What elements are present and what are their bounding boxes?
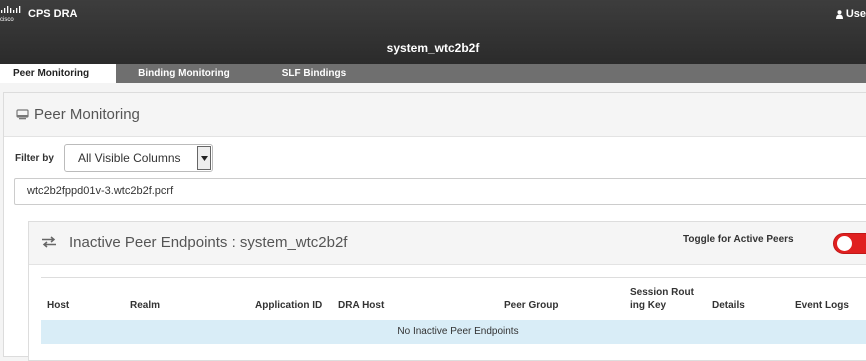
col-realm[interactable]: Realm (130, 299, 160, 312)
toggle-label: Toggle for Active Peers (683, 234, 794, 245)
peer-monitoring-panel: Peer Monitoring Filter by All Visible Co… (3, 92, 866, 361)
tab-slf-bindings[interactable]: SLF Bindings (230, 64, 346, 83)
svg-text:cisco: cisco (0, 17, 14, 22)
inactive-peers-panel: Inactive Peer Endpoints : system_wtc2b2f… (28, 221, 866, 361)
panel-header: Peer Monitoring (4, 93, 866, 137)
app-name: CPS DRA (28, 8, 78, 20)
tab-bar: Peer Monitoring Binding Monitoring SLF B… (0, 64, 866, 83)
filter-value: All Visible Columns (78, 151, 181, 165)
col-event-logs[interactable]: Event Logs (795, 299, 849, 312)
system-title: system_wtc2b2f (386, 41, 480, 55)
top-bar: cisco CPS DRA system_wtc2b2f Use (0, 0, 866, 64)
filter-row: Filter by All Visible Columns (15, 144, 213, 172)
col-details[interactable]: Details (712, 299, 745, 312)
swap-arrows-icon (42, 236, 56, 248)
active-peers-toggle[interactable] (833, 233, 866, 254)
user-icon (835, 9, 843, 19)
col-dra-host[interactable]: DRA Host (338, 299, 384, 312)
table-header: Host Realm Application ID DRA Host Peer … (41, 278, 866, 320)
search-input[interactable]: wtc2b2fppd01v-3.wtc2b2f.pcrf (14, 178, 866, 205)
col-host[interactable]: Host (47, 299, 69, 312)
peer-table: Host Realm Application ID DRA Host Peer … (41, 277, 866, 344)
col-session-routing-key[interactable]: Session Rout ing Key (630, 286, 694, 312)
tab-binding-monitoring[interactable]: Binding Monitoring (116, 64, 230, 83)
toggle-knob (837, 236, 852, 251)
tab-peer-monitoring[interactable]: Peer Monitoring (0, 64, 117, 83)
cisco-logo-icon: cisco (0, 6, 21, 22)
filter-label: Filter by (15, 152, 54, 164)
col-application-id[interactable]: Application ID (255, 299, 322, 312)
inactive-peers-title: Inactive Peer Endpoints : system_wtc2b2f (69, 234, 348, 251)
chevron-down-icon[interactable] (197, 146, 211, 170)
monitor-icon (16, 109, 29, 120)
user-label: Use (845, 8, 866, 20)
filter-select[interactable]: All Visible Columns (64, 144, 213, 172)
col-peer-group[interactable]: Peer Group (504, 299, 558, 312)
user-menu[interactable]: Use (835, 8, 866, 20)
empty-message: No Inactive Peer Endpoints (41, 320, 866, 344)
inactive-peers-header: Inactive Peer Endpoints : system_wtc2b2f… (29, 222, 866, 265)
panel-title: Peer Monitoring (34, 106, 140, 123)
